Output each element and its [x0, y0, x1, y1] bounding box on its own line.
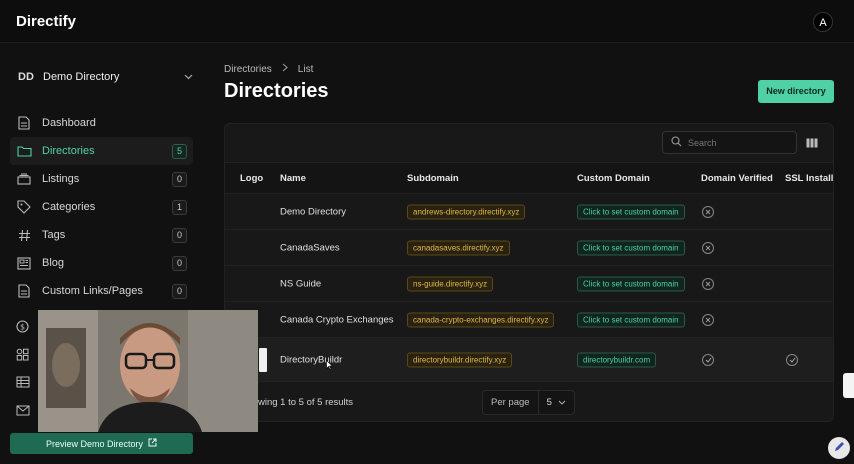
count-badge: 5 — [172, 143, 187, 159]
preview-directory-button[interactable]: Preview Demo Directory — [10, 433, 193, 454]
column-header-domain-verified[interactable]: Domain Verified — [701, 173, 773, 184]
sidebar-nav: Dashboard Directories 5 Listings 0 Categ… — [10, 109, 193, 305]
column-header-logo[interactable]: Logo — [240, 173, 263, 184]
search-icon — [671, 134, 682, 152]
x-circle-icon — [702, 313, 714, 326]
workspace-name: Demo Directory — [43, 71, 120, 83]
file-icon — [16, 115, 32, 131]
custom-domain-tag[interactable]: Click to set custom domain — [577, 312, 685, 327]
chevron-down-icon — [558, 398, 574, 407]
sidebar-item-blog[interactable]: Blog 0 — [10, 249, 193, 277]
subdomain-tag[interactable]: canada-crypto-exchanges.directify.xyz — [407, 312, 555, 327]
count-badge: 0 — [172, 227, 187, 243]
folder-icon — [16, 143, 32, 159]
sidebar-item-custom-links[interactable]: Custom Links/Pages 0 — [10, 277, 193, 305]
count-badge: 0 — [172, 255, 187, 271]
subdomain-tag[interactable]: ns-guide.directify.xyz — [407, 276, 494, 291]
table-row[interactable]: DirectoryBuildr directorybuildr.directif… — [225, 338, 833, 382]
side-panel-handle[interactable] — [843, 373, 854, 398]
pencil-icon — [834, 439, 845, 457]
workspace-abbr: DD — [18, 71, 34, 83]
search-input[interactable] — [688, 137, 788, 148]
page-title: Directories — [224, 80, 329, 102]
check-circle-icon — [786, 353, 798, 366]
webcam-overlay — [38, 310, 258, 432]
breadcrumb: Directories List — [224, 63, 313, 75]
custom-domain-tag[interactable]: Click to set custom domain — [577, 276, 685, 291]
results-summary: wing 1 to 5 of 5 results — [258, 397, 354, 408]
tag-icon — [16, 199, 32, 215]
x-circle-icon — [702, 277, 714, 290]
subdomain-tag[interactable]: andrews-directory.directify.xyz — [407, 204, 526, 219]
custom-domain-tag[interactable]: Click to set custom domain — [577, 204, 685, 219]
table-row[interactable]: NS Guide ns-guide.directify.xyz Click to… — [225, 266, 833, 302]
column-header-custom-domain[interactable]: Custom Domain — [577, 173, 650, 184]
sidebar-item-categories[interactable]: Categories 1 — [10, 193, 193, 221]
avatar[interactable]: A — [813, 12, 833, 32]
newspaper-icon — [16, 255, 32, 271]
workspace-switcher[interactable]: DD Demo Directory — [18, 65, 193, 89]
sidebar-item-listings[interactable]: Listings 0 — [10, 165, 193, 193]
sidebar-item-label: Directories — [42, 145, 95, 157]
row-name: CanadaSaves — [280, 242, 340, 253]
stack-icon — [16, 171, 32, 187]
edit-fab[interactable] — [828, 437, 850, 459]
per-page-label: Per page — [483, 391, 539, 414]
external-link-icon — [148, 438, 157, 449]
sidebar-item-label: Categories — [42, 201, 96, 213]
x-circle-icon — [702, 205, 714, 218]
table-row[interactable]: CanadaSaves canadasaves.directify.xyz Cl… — [225, 230, 833, 266]
count-badge: 1 — [172, 199, 187, 215]
sidebar-item-tags[interactable]: Tags 0 — [10, 221, 193, 249]
directory-logo — [259, 348, 267, 372]
row-name: Canada Crypto Exchanges — [280, 314, 394, 325]
custom-domain-tag[interactable]: directorybuildr.com — [577, 352, 657, 367]
row-name: Demo Directory — [280, 206, 346, 217]
hash-icon — [16, 227, 32, 243]
custom-domain-tag[interactable]: Click to set custom domain — [577, 240, 685, 255]
table-header: Logo Name Subdomain Custom Domain Domain… — [225, 162, 833, 194]
sidebar-item-label: Blog — [42, 257, 65, 269]
column-header-name[interactable]: Name — [280, 173, 306, 184]
preview-label: Preview Demo Directory — [45, 438, 144, 449]
sidebar-item-label: Listings — [42, 173, 80, 185]
table-icon[interactable] — [16, 368, 32, 396]
table-row[interactable]: Demo Directory andrews-directory.directi… — [225, 194, 833, 230]
count-badge: 0 — [172, 171, 187, 187]
columns-toggle-icon[interactable] — [806, 135, 820, 149]
mouse-cursor — [326, 357, 334, 370]
dollar-icon[interactable]: $ — [16, 312, 32, 340]
table-row[interactable]: Canada Crypto Exchanges canada-crypto-ex… — [225, 302, 833, 338]
per-page-select[interactable]: Per page 5 — [482, 390, 575, 415]
subdomain-tag[interactable]: canadasaves.directify.xyz — [407, 240, 510, 255]
per-page-value: 5 — [546, 397, 552, 408]
column-header-ssl[interactable]: SSL Installe — [785, 173, 833, 184]
count-badge: 0 — [172, 283, 187, 299]
sidebar-item-label: Dashboard — [42, 117, 96, 129]
row-name: NS Guide — [280, 278, 322, 289]
file-icon — [16, 283, 32, 299]
mail-icon[interactable] — [16, 396, 32, 424]
app-logo[interactable]: Directify — [16, 13, 76, 30]
subdomain-tag[interactable]: directorybuildr.directify.xyz — [407, 352, 513, 367]
sidebar-item-directories[interactable]: Directories 5 — [10, 137, 193, 165]
check-circle-icon — [702, 353, 714, 366]
sidebar-item-label: Tags — [42, 229, 66, 241]
search-box[interactable] — [662, 131, 797, 154]
x-circle-icon — [702, 241, 714, 254]
chevron-right-icon — [282, 63, 288, 75]
top-bar: Directify A — [0, 0, 854, 43]
directories-table-card: Logo Name Subdomain Custom Domain Domain… — [224, 123, 834, 422]
svg-text:$: $ — [20, 322, 25, 331]
sidebar-item-dashboard[interactable]: Dashboard — [10, 109, 193, 137]
sidebar-item-label: Custom Links/Pages — [42, 285, 143, 297]
widgets-icon[interactable] — [16, 340, 32, 368]
breadcrumb-current: List — [297, 63, 314, 75]
column-header-subdomain[interactable]: Subdomain — [407, 173, 459, 184]
sidebar-icon-rail: $ — [16, 312, 32, 424]
breadcrumb-parent[interactable]: Directories — [224, 64, 272, 75]
chevron-down-icon — [184, 72, 193, 83]
new-directory-button[interactable]: New directory — [758, 80, 834, 103]
